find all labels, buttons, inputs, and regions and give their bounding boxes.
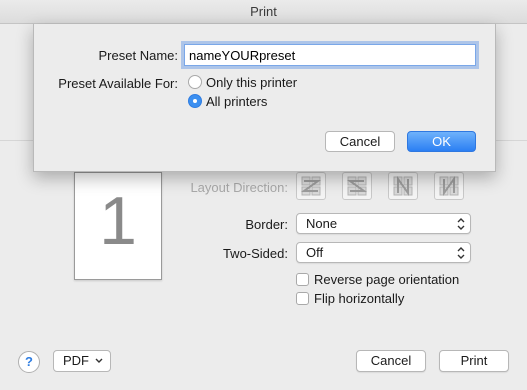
pdf-label: PDF	[63, 353, 89, 368]
layout-direction-s-button[interactable]	[342, 172, 372, 200]
all-printers-label: All printers	[206, 94, 268, 109]
only-this-printer-radio[interactable]	[188, 75, 202, 89]
pdf-menu-button[interactable]: PDF	[53, 350, 111, 372]
updown-arrows-icon	[457, 247, 465, 259]
layout-direction-reverse-n-button[interactable]	[434, 172, 464, 200]
sheet-ok-button[interactable]: OK	[407, 131, 476, 152]
two-sided-label: Two-Sided:	[222, 246, 288, 261]
layout-n-icon	[393, 175, 413, 197]
help-icon: ?	[25, 354, 33, 369]
layout-s-icon	[346, 176, 368, 196]
save-preset-sheet: Preset Name: Preset Available For: Only …	[33, 24, 496, 172]
cancel-button[interactable]: Cancel	[356, 350, 426, 372]
layout-z-icon	[300, 176, 322, 196]
layout-reverse-n-icon	[439, 175, 459, 197]
flip-horizontally-label: Flip horizontally	[314, 291, 405, 306]
two-sided-value: Off	[306, 245, 324, 260]
preset-available-label: Preset Available For:	[58, 76, 178, 91]
sheet-ok-label: OK	[432, 134, 451, 149]
sheet-cancel-button[interactable]: Cancel	[325, 131, 395, 152]
layout-direction-label: Layout Direction:	[190, 180, 288, 195]
page-preview: 1	[74, 172, 162, 280]
preset-name-label: Preset Name:	[98, 48, 178, 63]
border-value: None	[306, 216, 338, 231]
window-title-bar: Print	[0, 0, 527, 24]
print-label: Print	[460, 353, 488, 368]
layout-direction-z-button[interactable]	[296, 172, 326, 200]
cancel-label: Cancel	[370, 353, 412, 368]
flip-horizontally-checkbox[interactable]	[296, 292, 309, 305]
layout-direction-n-button[interactable]	[388, 172, 418, 200]
chevron-down-icon	[95, 358, 103, 363]
border-label: Border:	[245, 217, 288, 232]
sheet-cancel-label: Cancel	[339, 134, 381, 149]
help-button[interactable]: ?	[18, 351, 40, 373]
reverse-orientation-checkbox[interactable]	[296, 273, 309, 286]
updown-arrows-icon	[457, 218, 465, 230]
two-sided-select[interactable]: Off	[296, 242, 471, 263]
only-this-printer-label: Only this printer	[206, 75, 298, 90]
window-title: Print	[250, 4, 277, 19]
print-button[interactable]: Print	[439, 350, 509, 372]
preset-name-field[interactable]	[184, 44, 476, 66]
border-select[interactable]: None	[296, 213, 471, 234]
preview-page-number: 1	[99, 183, 137, 259]
all-printers-radio[interactable]	[188, 94, 202, 108]
reverse-orientation-label: Reverse page orientation	[314, 272, 460, 287]
